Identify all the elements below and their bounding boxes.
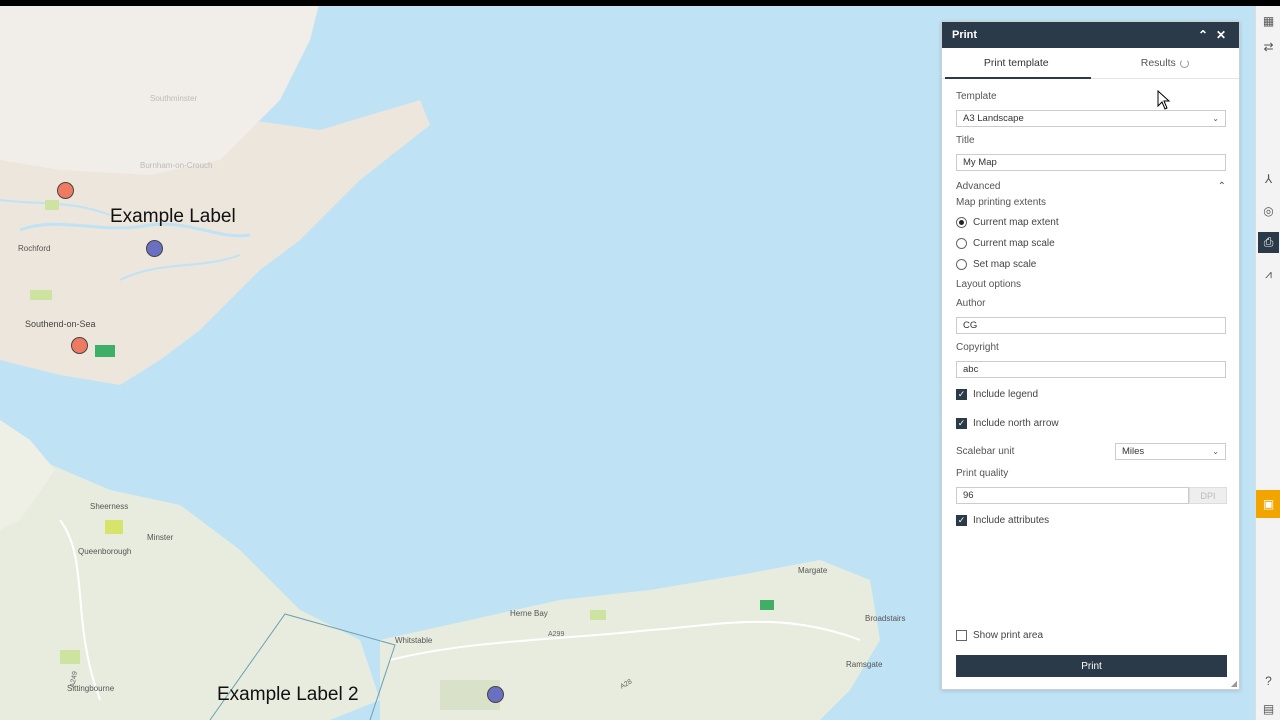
- radio-label: Current map extent: [973, 217, 1059, 228]
- print-button[interactable]: Print: [956, 655, 1227, 677]
- radio-button[interactable]: [956, 217, 967, 228]
- map-pin-red[interactable]: [57, 182, 74, 199]
- layers-icon[interactable]: ◎: [1258, 200, 1279, 221]
- advanced-toggle[interactable]: Advanced ⌃: [956, 181, 1226, 192]
- show-print-area-checkbox[interactable]: Show print area: [956, 630, 1043, 641]
- radio-current-map-extent[interactable]: Current map extent: [956, 217, 1059, 228]
- checkbox-label: Include legend: [973, 389, 1039, 400]
- resize-handle-icon[interactable]: ◢: [1231, 679, 1237, 688]
- checkmark-icon[interactable]: ✓: [956, 418, 967, 429]
- place-label: Rochford: [18, 244, 51, 253]
- road-label: A299: [548, 631, 565, 638]
- print-icon[interactable]: ⎙: [1258, 232, 1279, 253]
- radio-set-map-scale[interactable]: Set map scale: [956, 259, 1036, 270]
- print-panel: Print ⌃ ✕ Print template Results Templat…: [941, 21, 1240, 690]
- map-pin-blue[interactable]: [146, 240, 163, 257]
- radio-button[interactable]: [956, 259, 967, 270]
- close-icon[interactable]: ✕: [1213, 28, 1229, 42]
- map-pin-blue[interactable]: [487, 686, 504, 703]
- place-label: Southminster: [150, 94, 198, 103]
- template-select[interactable]: A3 Landscape ⌄: [956, 110, 1226, 127]
- panel-title: Print: [952, 29, 978, 41]
- template-label: Template: [956, 91, 997, 102]
- place-label: Whitstable: [395, 636, 433, 645]
- panel-icon[interactable]: ▤: [1258, 698, 1279, 719]
- tab-results[interactable]: Results: [1091, 48, 1240, 78]
- include-attributes-checkbox[interactable]: ✓ Include attributes: [956, 515, 1049, 526]
- chevron-up-icon: ⌃: [1217, 181, 1226, 192]
- checkbox-label: Include attributes: [973, 515, 1050, 526]
- title-input[interactable]: [956, 154, 1226, 171]
- template-value: A3 Landscape: [963, 113, 1024, 124]
- place-label: Burnham-on-Crouch: [140, 161, 213, 170]
- print-quality-input[interactable]: [956, 487, 1189, 504]
- author-label: Author: [956, 298, 986, 309]
- chevron-down-icon: ⌄: [1212, 447, 1219, 456]
- chevron-down-icon: ⌄: [1212, 114, 1219, 123]
- dpi-suffix: DPI: [1189, 487, 1227, 504]
- checkbox-label: Show print area: [973, 630, 1044, 641]
- radio-button[interactable]: [956, 238, 967, 249]
- place-label: Herne Bay: [510, 609, 548, 618]
- place-label: Southend-on-Sea: [25, 319, 96, 329]
- checkmark-icon[interactable]: ✓: [956, 389, 967, 400]
- place-label: Sheerness: [90, 502, 129, 511]
- place-label: Broadstairs: [865, 614, 906, 623]
- loading-icon: [1179, 58, 1189, 68]
- collapse-icon[interactable]: ⌃: [1195, 28, 1211, 42]
- checkbox-empty-icon[interactable]: [956, 630, 967, 641]
- tab-print-template[interactable]: Print template: [942, 48, 1091, 79]
- copyright-input[interactable]: [956, 361, 1226, 378]
- place-label: Margate: [798, 566, 828, 575]
- qr-icon[interactable]: ▦: [1258, 10, 1279, 31]
- author-input[interactable]: [956, 317, 1226, 334]
- chart-icon[interactable]: ⩘: [1258, 264, 1279, 285]
- share-icon[interactable]: ⅄: [1258, 168, 1279, 189]
- advanced-label: Advanced: [956, 181, 1001, 192]
- include-north-arrow-checkbox[interactable]: ✓ Include north arrow: [956, 418, 1059, 429]
- map-label-example: Example Label: [110, 206, 236, 227]
- panel-tabs: Print template Results: [942, 48, 1239, 79]
- include-legend-checkbox[interactable]: ✓ Include legend: [956, 389, 1038, 400]
- tab-label: Results: [1140, 57, 1176, 69]
- print-quality-label: Print quality: [956, 468, 1009, 479]
- title-label: Title: [956, 135, 975, 146]
- map-label-example-2: Example Label 2: [217, 684, 359, 705]
- panel-header: Print ⌃ ✕: [942, 22, 1239, 48]
- place-label: Ramsgate: [846, 660, 883, 669]
- checkbox-label: Include north arrow: [973, 418, 1059, 429]
- swap-icon[interactable]: ⇄: [1258, 36, 1279, 57]
- map-pin-red[interactable]: [71, 337, 88, 354]
- checkmark-icon[interactable]: ✓: [956, 515, 967, 526]
- layout-options-label: Layout options: [956, 279, 1022, 290]
- radio-label: Set map scale: [973, 259, 1037, 270]
- right-toolbar: ▦ ⇄ ⅄ ◎ ⎙ ⩘ ▣ ? ▤: [1255, 6, 1280, 720]
- radio-current-map-scale[interactable]: Current map scale: [956, 238, 1055, 249]
- help-icon[interactable]: ?: [1258, 670, 1279, 691]
- scalebar-label: Scalebar unit: [956, 446, 1015, 457]
- scalebar-unit-select[interactable]: Miles ⌄: [1115, 443, 1226, 460]
- place-label: Queenborough: [78, 547, 132, 556]
- copyright-label: Copyright: [956, 342, 999, 353]
- mouse-cursor-icon: [1157, 90, 1171, 110]
- radio-label: Current map scale: [973, 238, 1055, 249]
- bookmark-icon[interactable]: ▣: [1256, 490, 1280, 518]
- extents-label: Map printing extents: [956, 197, 1047, 208]
- place-label: Minster: [147, 533, 174, 542]
- scalebar-value: Miles: [1122, 446, 1145, 457]
- tab-label: Print template: [983, 57, 1049, 69]
